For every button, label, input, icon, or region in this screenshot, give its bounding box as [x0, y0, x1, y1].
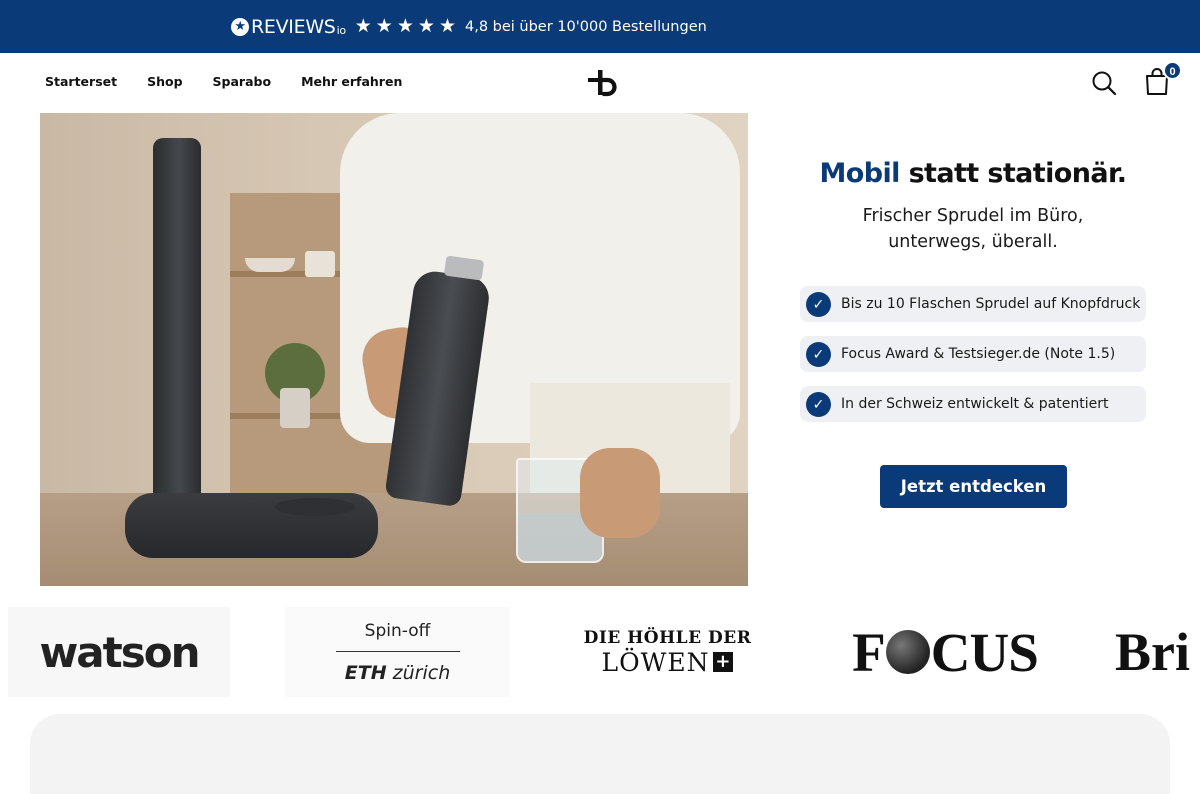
- main-nav: Starterset Shop Sparabo Mehr erfahren: [0, 53, 1200, 113]
- next-section-card: [30, 714, 1170, 794]
- eth-spinoff-logo: Spin-off ETH zürich: [285, 607, 510, 697]
- reviews-star-icon: ★: [231, 18, 249, 36]
- reviews-logo-suffix: io: [336, 23, 346, 37]
- discover-button[interactable]: Jetzt entdecken: [880, 465, 1067, 508]
- search-icon[interactable]: [1091, 70, 1117, 96]
- rating-stars: ★ ★ ★ ★ ★: [355, 17, 456, 37]
- globe-icon: [885, 630, 930, 674]
- star-icon: ★: [354, 16, 372, 37]
- plus-icon: +: [713, 651, 734, 672]
- nav-menu: Starterset Shop Sparabo Mehr erfahren: [45, 74, 432, 89]
- feature-item: ✓ Bis zu 10 Flaschen Sprudel auf Knopfdr…: [800, 286, 1146, 322]
- nav-item-starterset[interactable]: Starterset: [45, 74, 117, 89]
- reviews-io-logo: ★ REVIEWS io: [231, 16, 346, 38]
- nav-item-mehr-erfahren[interactable]: Mehr erfahren: [301, 74, 402, 89]
- brand-logo-icon[interactable]: [587, 69, 619, 97]
- star-icon: ★: [375, 16, 393, 37]
- nav-item-shop[interactable]: Shop: [147, 74, 182, 89]
- feature-item: ✓ Focus Award & Testsieger.de (Note 1.5): [800, 336, 1146, 372]
- carbonator-tower: [153, 138, 201, 508]
- press-logos: watson Spin-off ETH zürich DIE HÖHLE DER…: [0, 607, 1200, 697]
- hoehle-der-loewen-logo: DIE HÖHLE DER LÖWEN +: [583, 627, 752, 677]
- promo-subline: Frischer Sprudel im Büro, unterwegs, übe…: [862, 206, 1084, 252]
- brigitte-logo: Bri: [1115, 622, 1190, 682]
- feature-list: ✓ Bis zu 10 Flaschen Sprudel auf Knopfdr…: [800, 286, 1146, 436]
- feature-item: ✓ In der Schweiz entwickelt & patentiert: [800, 386, 1146, 422]
- reviews-bar: ★ REVIEWS io ★ ★ ★ ★ ★ 4,8 bei über 10'0…: [0, 0, 1200, 53]
- star-icon: ★: [438, 16, 456, 37]
- rating-text: 4,8 bei über 10'000 Bestellungen: [464, 19, 707, 35]
- reviews-widget[interactable]: ★ REVIEWS io ★ ★ ★ ★ ★ 4,8 bei über 10'0…: [231, 16, 707, 38]
- checkmark-icon: ✓: [806, 291, 831, 317]
- watson-logo: watson: [8, 607, 230, 697]
- focus-logo: F CUS: [852, 621, 1039, 683]
- checkmark-icon: ✓: [806, 391, 831, 417]
- reviews-logo-text: REVIEWS: [251, 16, 336, 38]
- hero-product-photo: [40, 113, 748, 586]
- nav-item-sparabo[interactable]: Sparabo: [213, 74, 272, 89]
- cart-count-badge: 0: [1163, 61, 1182, 80]
- promo-headline: Mobil statt stationär.: [819, 158, 1128, 189]
- star-icon: ★: [417, 16, 435, 37]
- star-icon: ★: [396, 16, 414, 37]
- checkmark-icon: ✓: [806, 341, 831, 367]
